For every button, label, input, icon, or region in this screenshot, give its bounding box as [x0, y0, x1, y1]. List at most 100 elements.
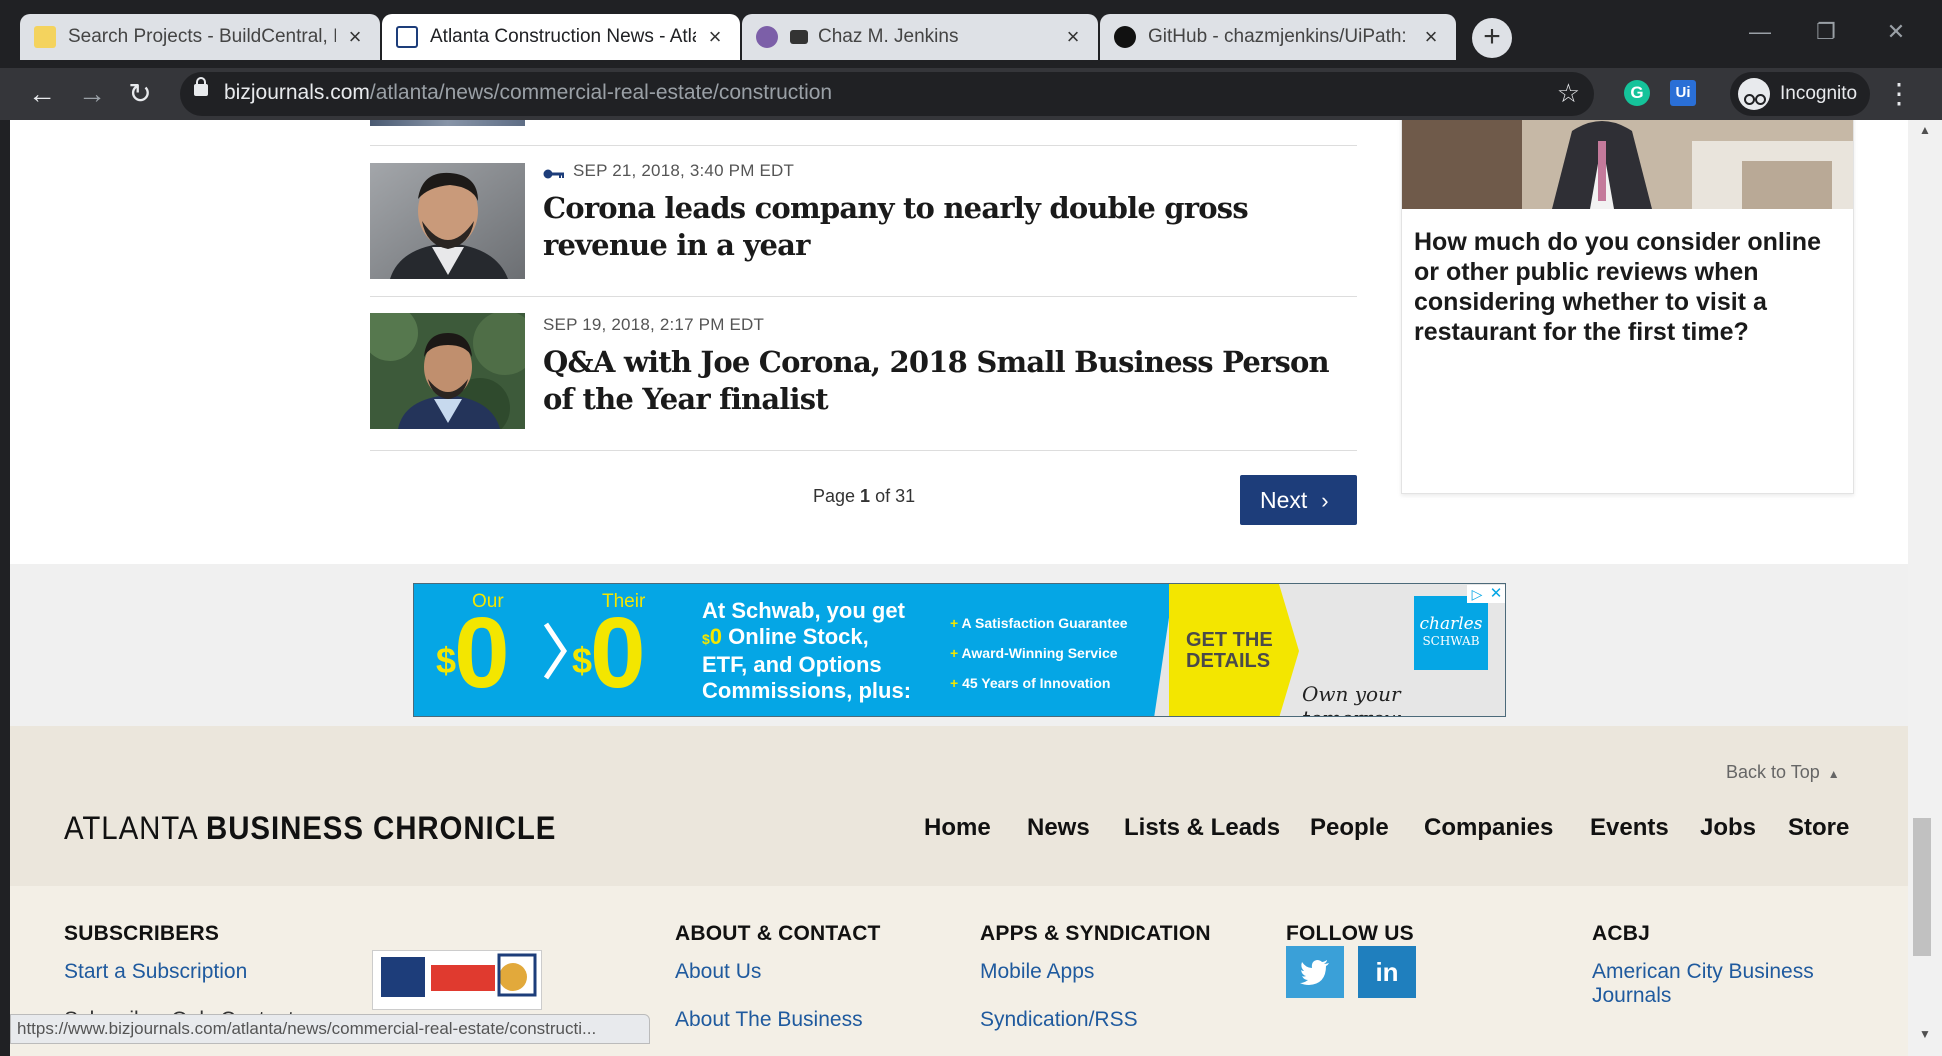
avatar-icon [756, 26, 778, 48]
ad-benefit: + Award-Winning Service [950, 645, 1118, 661]
ad-benefit: + A Satisfaction Guarantee [950, 615, 1128, 631]
ad-headline: At Schwab, you get $0 Online Stock, ETF,… [702, 598, 911, 704]
bookmark-star-icon[interactable]: ☆ [1557, 78, 1580, 109]
tab-buildcentral[interactable]: Search Projects - BuildCentral, Inc × [20, 14, 380, 60]
poll-question: How much do you consider online or other… [1414, 228, 1821, 346]
tab-title: Chaz M. Jenkins [818, 26, 959, 47]
article-thumbnail[interactable] [370, 313, 525, 429]
forward-arrow-icon[interactable]: → [72, 74, 112, 114]
footer-nav-events[interactable]: Events [1590, 814, 1669, 842]
caret-up-icon: ▲ [1827, 767, 1840, 781]
tab-title: Atlanta Construction News - Atlanta [430, 26, 696, 47]
laptop-icon [790, 30, 808, 44]
schwab-advertisement[interactable]: Our Their $ 0 $ 0 At Schwab, you get $0 … [413, 583, 1506, 717]
footer-heading-acbj: ACBJ [1592, 922, 1650, 945]
book-of-lists-image[interactable] [372, 950, 542, 1010]
headshot-image [370, 313, 525, 429]
tab-github[interactable]: GitHub - chazmjenkins/UiPath: Re × [1100, 14, 1456, 60]
bizjournals-icon [396, 26, 418, 48]
previous-article-thumbnail[interactable] [370, 120, 525, 126]
new-tab-button[interactable]: + [1472, 18, 1512, 58]
ad-cta-line2: DETAILS [1186, 650, 1271, 672]
close-window-icon[interactable]: ✕ [1866, 12, 1926, 52]
footer-link-syndication[interactable]: Syndication/RSS [980, 1008, 1138, 1032]
footer-nav-jobs[interactable]: Jobs [1700, 814, 1756, 842]
minimize-icon[interactable]: — [1730, 12, 1790, 52]
footer-link-mobile-apps[interactable]: Mobile Apps [980, 960, 1094, 984]
current-page: 1 [860, 486, 871, 506]
footer-nav-companies[interactable]: Companies [1424, 814, 1553, 842]
footer-heading-about: ABOUT & CONTACT [675, 922, 881, 945]
reload-icon[interactable]: ↻ [120, 74, 160, 114]
browser-toolbar: ← → ↻ bizjournals.com/atlanta/news/comme… [0, 68, 1942, 120]
tab-title: GitHub - chazmjenkins/UiPath: Re [1148, 26, 1412, 47]
ad-close-icon[interactable]: ✕ [1487, 585, 1505, 603]
footer-heading-subscribers: SUBSCRIBERS [64, 922, 220, 945]
article-divider [370, 145, 1357, 146]
chevron-right-icon: › [1321, 488, 1329, 513]
ad-headline-zero: 0 [709, 624, 723, 649]
incognito-profile-button[interactable]: Incognito [1730, 72, 1870, 116]
footer-nav-people[interactable]: People [1310, 814, 1389, 842]
ad-headline-line2: $0 Online Stock, [702, 624, 911, 652]
article-divider [370, 296, 1357, 297]
scrollbar-thumb[interactable] [1913, 818, 1931, 956]
ad-headline-line4: Commissions, plus: [702, 678, 912, 703]
tab-chaz-jenkins[interactable]: Chaz M. Jenkins × [742, 14, 1098, 60]
ad-headline-dollar: $ [702, 631, 710, 647]
footer-nav-store[interactable]: Store [1788, 814, 1849, 842]
brand-light: ATLANTA [64, 810, 207, 846]
footer-nav-lists-leads[interactable]: Lists & Leads [1124, 814, 1280, 842]
close-icon[interactable]: × [704, 26, 726, 48]
brand-bold: BUSINESS CHRONICLE [206, 810, 557, 846]
scroll-down-arrow-icon[interactable]: ▼ [1908, 1024, 1942, 1044]
article-title-link[interactable]: Corona leads company to nearly double gr… [543, 190, 1353, 264]
footer-heading-follow: FOLLOW US [1286, 922, 1414, 945]
footer-brand-logo[interactable]: ATLANTA BUSINESS CHRONICLE [64, 810, 556, 847]
lock-icon [194, 77, 208, 96]
article-divider [370, 450, 1357, 451]
footer-link-acbj-line2[interactable]: Journals [1592, 984, 1671, 1008]
article-date: SEP 21, 2018, 3:40 PM EDT [573, 161, 795, 180]
close-icon[interactable]: × [1420, 26, 1442, 48]
back-arrow-icon[interactable]: ← [22, 74, 62, 114]
adchoices-icon[interactable]: ▷ [1467, 585, 1487, 603]
footer-nav-news[interactable]: News [1027, 814, 1090, 842]
address-bar[interactable]: bizjournals.com/atlanta/news/commercial-… [180, 72, 1594, 116]
ad-zero-2: 0 [590, 597, 646, 709]
article-title-link[interactable]: Q&A with Joe Corona, 2018 Small Business… [543, 344, 1353, 418]
linkedin-icon[interactable]: in [1358, 946, 1416, 998]
scroll-up-arrow-icon[interactable]: ▲ [1908, 120, 1942, 140]
tab-atlanta-construction-news[interactable]: Atlanta Construction News - Atlanta × [382, 14, 740, 60]
ad-headline-text: Online Stock, [722, 624, 869, 649]
footer-nav-home[interactable]: Home [924, 814, 991, 842]
twitter-icon[interactable] [1286, 946, 1344, 998]
schwab-logo-line2: SCHWAB [1422, 634, 1480, 648]
pagination-status: Page 1 of 31 [813, 486, 915, 507]
restore-icon[interactable]: ❐ [1796, 12, 1856, 52]
grammarly-icon[interactable]: G [1624, 80, 1650, 106]
footer-link-about-business[interactable]: About The Business [675, 1008, 863, 1032]
ad-headline-line1: At Schwab, you get [702, 598, 905, 623]
ad-cta-get-the-details[interactable]: GET THE DETAILS [1186, 630, 1273, 672]
premium-key-icon [543, 166, 565, 179]
footer-link-about-us[interactable]: About Us [675, 960, 761, 984]
footer-link-start-subscription[interactable]: Start a Subscription [64, 960, 247, 984]
back-to-top-link[interactable]: Back to Top ▲ [1726, 762, 1840, 783]
ad-headline-line3: ETF, and Options [702, 652, 882, 677]
footer-link-acbj-line1[interactable]: American City Business [1592, 960, 1814, 984]
page-suffix: of 31 [870, 486, 916, 506]
uipath-icon[interactable]: Ui [1670, 80, 1696, 106]
incognito-label: Incognito [1780, 83, 1858, 104]
article-thumbnail[interactable] [370, 163, 525, 279]
close-icon[interactable]: × [344, 26, 366, 48]
next-label: Next [1260, 487, 1308, 513]
next-page-button[interactable]: Next › [1240, 475, 1357, 525]
ad-benefit: + 45 Years of Innovation [950, 675, 1111, 691]
ad-benefits-list: + A Satisfaction Guarantee + Award-Winni… [950, 608, 1128, 698]
poll-card[interactable]: How much do you consider online or other… [1401, 120, 1854, 494]
ad-tagline: Own your tomorrow. [1302, 682, 1405, 716]
close-icon[interactable]: × [1062, 26, 1084, 48]
footer-heading-apps: APPS & SYNDICATION [980, 922, 1211, 945]
more-menu-icon[interactable]: ⋮ [1884, 74, 1914, 114]
